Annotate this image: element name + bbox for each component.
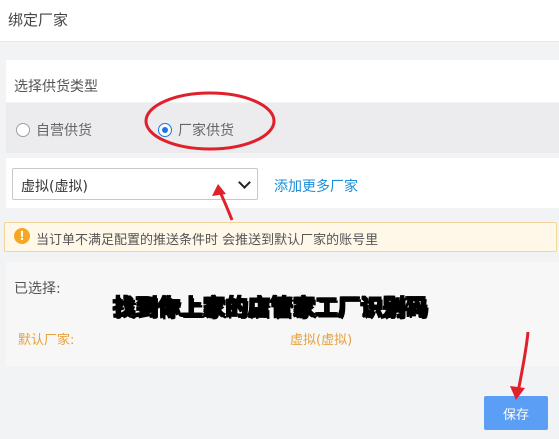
default-factory-label: 默认厂家:	[18, 333, 75, 348]
warning-icon: !	[14, 228, 30, 244]
dialog-header: 绑定厂家	[0, 0, 559, 42]
video-caption: 找到你上家的店管家工厂识别码	[112, 296, 429, 322]
selected-label: 已选择:	[14, 281, 61, 297]
default-factory-value: 虚拟(虚拟)	[290, 333, 353, 348]
notice-text: 当订单不满足配置的推送条件时 会推送到默认厂家的账号里	[36, 233, 379, 248]
dialog-title: 绑定厂家	[8, 11, 69, 29]
radio-self-supply-label: 自营供货	[36, 123, 92, 139]
radio-factory-supply[interactable]: 厂家供货	[158, 120, 234, 140]
supply-type-label: 选择供货类型	[14, 79, 98, 95]
add-more-factory-link[interactable]: 添加更多厂家	[274, 176, 358, 196]
radio-indicator[interactable]	[16, 123, 30, 137]
radio-indicator[interactable]	[158, 123, 172, 137]
radio-self-supply[interactable]: 自营供货	[16, 120, 92, 140]
radio-factory-supply-label: 厂家供货	[178, 123, 234, 139]
factory-select[interactable]: 虚拟(虚拟)	[12, 168, 258, 200]
save-button[interactable]: 保存	[484, 396, 548, 430]
